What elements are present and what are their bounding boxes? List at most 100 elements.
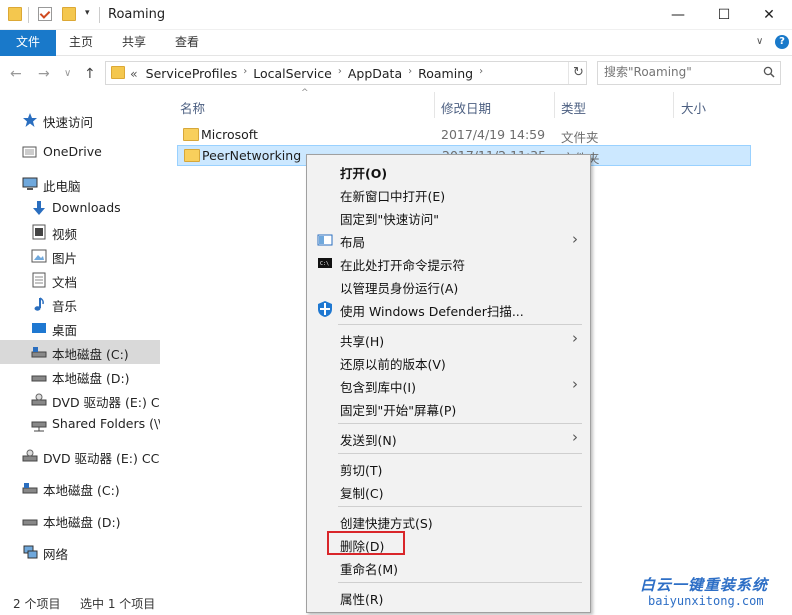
menu-item-cut[interactable]: 剪切(T) bbox=[309, 457, 588, 479]
tab-share[interactable]: 共享 bbox=[111, 30, 157, 56]
sidebar-item-music[interactable]: 音乐 bbox=[0, 292, 160, 316]
search-icon[interactable] bbox=[763, 66, 775, 78]
title-bar: ▾ Roaming — ☐ ✕ bbox=[0, 0, 792, 30]
sidebar-item-desktop[interactable]: 桌面 bbox=[0, 316, 160, 340]
divider bbox=[28, 7, 29, 23]
expand-ribbon-icon[interactable]: ∨ bbox=[756, 36, 763, 47]
menu-item-run-as-admin[interactable]: 以管理员身份运行(A) bbox=[309, 275, 588, 297]
menu-item-properties[interactable]: 属性(R) bbox=[309, 586, 588, 608]
sort-ascending-icon: ^ bbox=[301, 88, 309, 98]
breadcrumb-item[interactable]: Roaming bbox=[418, 66, 473, 81]
column-header-date[interactable]: 修改日期 bbox=[441, 98, 491, 117]
breadcrumb-separator-icon[interactable]: › bbox=[243, 66, 247, 81]
sidebar-item-dvd-drive[interactable]: DVD 驱动器 (E:) CC bbox=[0, 388, 160, 412]
network-drive-icon bbox=[31, 421, 47, 432]
breadcrumb-overflow[interactable]: « bbox=[130, 66, 138, 81]
menu-item-label: 固定到"快速访问" bbox=[340, 212, 439, 227]
annotation-highlight-box bbox=[327, 531, 405, 555]
recent-locations-icon[interactable]: ∨ bbox=[64, 68, 71, 79]
properties-icon[interactable] bbox=[38, 7, 52, 21]
sidebar-item-local-disk-c-root[interactable]: 本地磁盘 (C:) bbox=[0, 476, 160, 500]
drive-icon bbox=[22, 519, 38, 526]
dvd-icon bbox=[22, 449, 38, 462]
breadcrumb: « ServiceProfiles › LocalService › AppDa… bbox=[130, 66, 489, 81]
sidebar-item-local-disk-d-root[interactable]: 本地磁盘 (D:) bbox=[0, 508, 160, 532]
column-divider[interactable] bbox=[554, 92, 555, 118]
sidebar-item-this-pc[interactable]: 此电脑 bbox=[0, 172, 160, 196]
file-name: PeerNetworking bbox=[202, 148, 302, 163]
menu-item-defender-scan[interactable]: 使用 Windows Defender扫描... bbox=[309, 298, 588, 320]
dvd-icon bbox=[31, 393, 47, 406]
up-icon[interactable]: ↑ bbox=[84, 66, 96, 82]
file-name: Microsoft bbox=[201, 127, 258, 142]
breadcrumb-item[interactable]: ServiceProfiles bbox=[146, 66, 238, 81]
sidebar-item-dvd-drive-root[interactable]: DVD 驱动器 (E:) CCS bbox=[0, 444, 160, 468]
sidebar-item-videos[interactable]: 视频 bbox=[0, 220, 160, 244]
menu-item-layout[interactable]: 布局 › bbox=[309, 229, 588, 251]
address-bar[interactable]: « ServiceProfiles › LocalService › AppDa… bbox=[105, 61, 587, 85]
refresh-icon[interactable]: ↻ bbox=[568, 62, 588, 84]
column-header-type[interactable]: 类型 bbox=[561, 98, 586, 117]
back-icon[interactable]: ← bbox=[10, 66, 22, 82]
menu-item-label: 还原以前的版本(V) bbox=[340, 357, 446, 372]
new-folder-icon[interactable] bbox=[62, 7, 76, 21]
minimize-button[interactable]: — bbox=[655, 0, 701, 30]
sidebar-item-documents[interactable]: 文档 bbox=[0, 268, 160, 292]
sidebar-item-label: Shared Folders (\\ bbox=[52, 416, 160, 431]
video-icon bbox=[32, 224, 46, 240]
breadcrumb-separator-icon[interactable]: › bbox=[479, 66, 483, 81]
folder-icon bbox=[111, 66, 125, 79]
close-button[interactable]: ✕ bbox=[746, 0, 792, 30]
sidebar-item-onedrive[interactable]: OneDrive bbox=[0, 140, 160, 164]
breadcrumb-separator-icon[interactable]: › bbox=[338, 66, 342, 81]
tab-home[interactable]: 主页 bbox=[58, 30, 104, 56]
sidebar-item-downloads[interactable]: Downloads bbox=[0, 196, 160, 220]
tab-file[interactable]: 文件 bbox=[0, 30, 56, 56]
menu-item-restore-previous[interactable]: 还原以前的版本(V) bbox=[309, 351, 588, 373]
sidebar-item-label: 快速访问 bbox=[43, 115, 94, 130]
item-count: 2 个项目 bbox=[13, 597, 61, 611]
column-divider[interactable] bbox=[673, 92, 674, 118]
search-input[interactable] bbox=[604, 65, 754, 79]
help-icon[interactable]: ? bbox=[775, 35, 789, 49]
menu-separator bbox=[338, 582, 582, 583]
sidebar-item-pictures[interactable]: 图片 bbox=[0, 244, 160, 268]
menu-item-open[interactable]: 打开(O) bbox=[309, 160, 588, 182]
sidebar-item-network[interactable]: 网络 bbox=[0, 540, 160, 564]
menu-item-open-command-prompt[interactable]: C:\ 在此处打开命令提示符 bbox=[309, 252, 588, 274]
forward-icon[interactable]: → bbox=[38, 66, 50, 82]
sidebar-item-quick-access[interactable]: 快速访问 bbox=[0, 108, 160, 132]
menu-item-label: 布局 bbox=[340, 235, 366, 250]
menu-item-label: 属性(R) bbox=[340, 592, 384, 607]
menu-item-include-in-library[interactable]: 包含到库中(I) › bbox=[309, 374, 588, 396]
breadcrumb-item[interactable]: LocalService bbox=[253, 66, 332, 81]
menu-item-label: 共享(H) bbox=[340, 334, 385, 349]
selected-count: 选中 1 个项目 bbox=[80, 597, 156, 611]
sidebar-item-label: 本地磁盘 (C:) bbox=[52, 347, 129, 362]
window-title: Roaming bbox=[108, 7, 166, 22]
menu-item-pin-to-start[interactable]: 固定到"开始"屏幕(P) bbox=[309, 397, 588, 419]
breadcrumb-item[interactable]: AppData bbox=[348, 66, 402, 81]
submenu-arrow-icon: › bbox=[572, 230, 578, 248]
maximize-button[interactable]: ☐ bbox=[701, 0, 747, 30]
menu-item-rename[interactable]: 重命名(M) bbox=[309, 556, 588, 578]
search-box[interactable] bbox=[597, 61, 781, 85]
breadcrumb-separator-icon[interactable]: › bbox=[408, 66, 412, 81]
menu-item-open-new-window[interactable]: 在新窗口中打开(E) bbox=[309, 183, 588, 205]
menu-item-create-shortcut[interactable]: 创建快捷方式(S) bbox=[309, 510, 588, 532]
sidebar-item-shared-folders[interactable]: Shared Folders (\\ bbox=[0, 412, 160, 436]
column-header-name[interactable]: 名称 bbox=[180, 98, 205, 117]
table-row[interactable]: Microsoft 2017/4/19 14:59 文件夹 bbox=[177, 125, 751, 146]
svg-text:C:\: C:\ bbox=[320, 261, 329, 267]
menu-item-send-to[interactable]: 发送到(N) › bbox=[309, 427, 588, 449]
quick-access-dropdown[interactable]: ▾ bbox=[85, 8, 90, 18]
menu-item-copy[interactable]: 复制(C) bbox=[309, 480, 588, 502]
menu-item-pin-quick-access[interactable]: 固定到"快速访问" bbox=[309, 206, 588, 228]
sidebar-item-local-disk-c[interactable]: 本地磁盘 (C:) bbox=[0, 340, 160, 364]
tab-view[interactable]: 查看 bbox=[164, 30, 210, 56]
column-header-size[interactable]: 大小 bbox=[681, 98, 706, 117]
menu-item-share[interactable]: 共享(H) › bbox=[309, 328, 588, 350]
sidebar-item-local-disk-d[interactable]: 本地磁盘 (D:) bbox=[0, 364, 160, 388]
menu-separator bbox=[338, 324, 582, 325]
column-divider[interactable] bbox=[434, 92, 435, 118]
